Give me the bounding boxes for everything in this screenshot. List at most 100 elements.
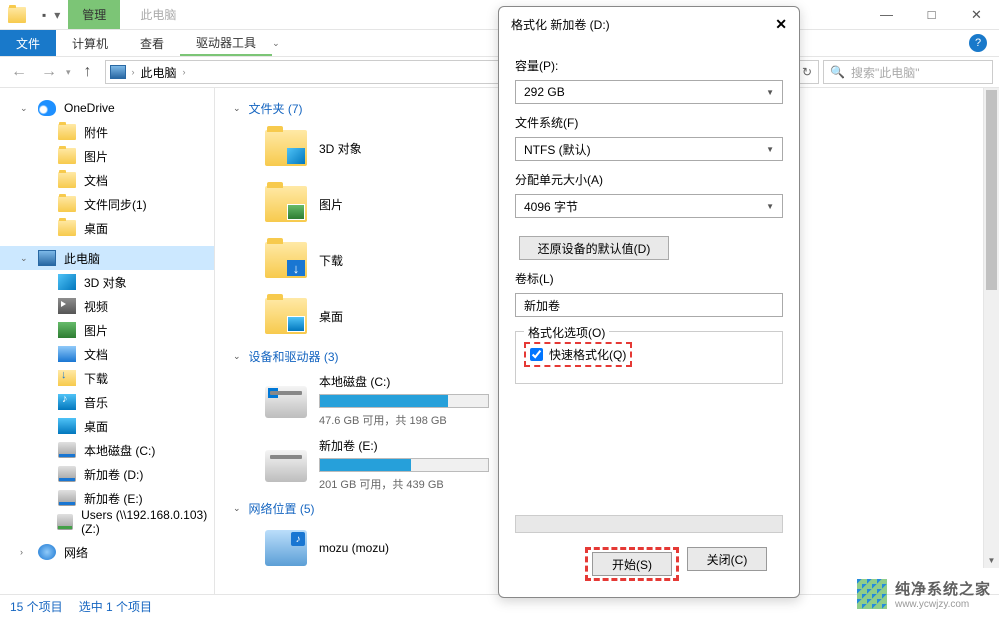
scrollbar[interactable]: ▲ ▼ [983,88,999,568]
tree-label: 文档 [84,346,108,363]
nav-forward[interactable]: → [36,59,62,85]
nav-up[interactable]: ↑ [75,59,101,85]
chevron-down-icon: ⌄ [233,503,241,514]
tree-label: 网络 [64,544,88,561]
filesystem-select[interactable]: NTFS (默认) ▼ [515,137,783,161]
tree-item[interactable]: 文档 [0,168,214,192]
network-drive-icon [57,514,73,530]
tree-item[interactable]: 3D 对象 [0,270,214,294]
dropdown-icon: ▼ [766,202,774,211]
volume-label-input[interactable]: 新加卷 [515,293,783,317]
documents-icon [58,346,76,362]
pc-icon [110,65,126,79]
select-value: NTFS (默认) [524,141,591,158]
tree-item[interactable]: 下载 [0,366,214,390]
quick-access-pin[interactable]: ▪ [34,0,54,29]
downloads-icon [58,370,76,386]
maximize-button[interactable]: □ [909,0,954,29]
search-box[interactable]: 🔍 搜索"此电脑" [823,60,993,84]
tree-network[interactable]: › 网络 [0,540,214,564]
tree-label: 文档 [84,172,108,189]
item-label: mozu (mozu) [319,541,389,555]
close-dialog-button[interactable]: 关闭(C) [687,547,767,571]
dropdown-icon: ▼ [766,145,774,154]
ribbon-expand-icon[interactable]: ⌄ [272,38,280,49]
music-icon [58,394,76,410]
format-progress-bar [515,515,783,533]
tree-label: 图片 [84,148,108,165]
section-title: 设备和驱动器 (3) [249,348,339,365]
tree-item[interactable]: 文档 [0,342,214,366]
ribbon-file[interactable]: 文件 [0,30,56,56]
tree-item[interactable]: 图片 [0,144,214,168]
format-options-group: 格式化选项(O) 快速格式化(Q) [515,331,783,384]
drive-usage-bar [319,458,489,472]
desktop-icon [58,418,76,434]
tree-label: 桌面 [84,418,108,435]
input-value: 新加卷 [524,297,560,314]
annotation-highlight: 开始(S) [585,547,679,581]
status-selected-count: 选中 1 个项目 [79,598,152,615]
tree-item[interactable]: Users (\\192.168.0.103) (Z:) [0,510,214,534]
scroll-down-icon[interactable]: ▼ [984,552,999,568]
tree-item[interactable]: 附件 [0,120,214,144]
tree-label: 下载 [84,370,108,387]
folder-icon [8,7,26,23]
nav-back[interactable]: ← [6,59,32,85]
drive-icon [265,450,307,482]
tree-item[interactable]: 视频 [0,294,214,318]
pc-icon [38,250,56,266]
tree-item[interactable]: 文件同步(1) [0,192,214,216]
tree-label: 本地磁盘 (C:) [84,442,155,459]
chevron-down-icon: ⌄ [233,103,241,114]
chevron-right-icon[interactable]: › [20,547,30,557]
folder-icon: ↓ [265,242,307,278]
explorer-icon-tab[interactable] [0,0,34,29]
tree-item[interactable]: 桌面 [0,216,214,240]
tree-item[interactable]: 本地磁盘 (C:) [0,438,214,462]
onedrive-icon [38,100,56,116]
dialog-close-button[interactable]: ✕ [775,16,787,33]
format-options-legend: 格式化选项(O) [524,324,609,341]
tree-item[interactable]: 新加卷 (E:) [0,486,214,510]
start-button[interactable]: 开始(S) [592,552,672,576]
drive-usage-bar [319,394,489,408]
breadcrumb-location[interactable]: 此电脑 [141,64,177,81]
drive-icon [58,490,76,506]
item-label: 3D 对象 [319,140,362,157]
chevron-down-icon[interactable]: ⌄ [20,103,30,114]
download-overlay-icon: ↓ [287,260,305,276]
search-icon: 🔍 [830,65,845,79]
nav-history-dropdown[interactable]: ▾ [66,67,71,78]
help-icon[interactable]: ? [969,34,987,52]
quick-access-dropdown[interactable]: ▾ [54,0,68,29]
tree-onedrive[interactable]: ⌄ OneDrive [0,96,214,120]
ribbon-drive-tools[interactable]: 驱动器工具 [180,30,272,56]
tree-this-pc[interactable]: ⌄ 此电脑 [0,246,214,270]
manage-context-tab[interactable]: 管理 [68,0,120,29]
restore-defaults-button[interactable]: 还原设备的默认值(D) [519,236,669,260]
quick-format-checkbox[interactable] [530,348,543,361]
minimize-button[interactable]: — [864,0,909,29]
sidebar-tree: ⌄ OneDrive 附件 图片 文档 文件同步(1) 桌面 ⌄ 此电脑 3D … [0,88,215,594]
tree-item[interactable]: 桌面 [0,414,214,438]
tree-item[interactable]: 音乐 [0,390,214,414]
folder-icon [265,130,307,166]
close-button[interactable]: ✕ [954,0,999,29]
status-item-count: 15 个项目 [10,598,63,615]
capacity-select[interactable]: 292 GB ▼ [515,80,783,104]
tree-item[interactable]: 新加卷 (D:) [0,462,214,486]
tree-item[interactable]: 图片 [0,318,214,342]
video-icon [58,298,76,314]
chevron-down-icon[interactable]: ⌄ [20,253,30,264]
folder-icon [265,298,307,334]
scroll-thumb[interactable] [986,90,997,290]
ribbon-computer[interactable]: 计算机 [56,30,124,56]
ribbon-view[interactable]: 查看 [124,30,180,56]
tree-label: 视频 [84,298,108,315]
search-placeholder: 搜索"此电脑" [851,64,920,81]
alloc-select[interactable]: 4096 字节 ▼ [515,194,783,218]
item-label: 图片 [319,196,343,213]
folder-icon [58,148,76,164]
breadcrumb-sep[interactable]: › [183,67,186,77]
